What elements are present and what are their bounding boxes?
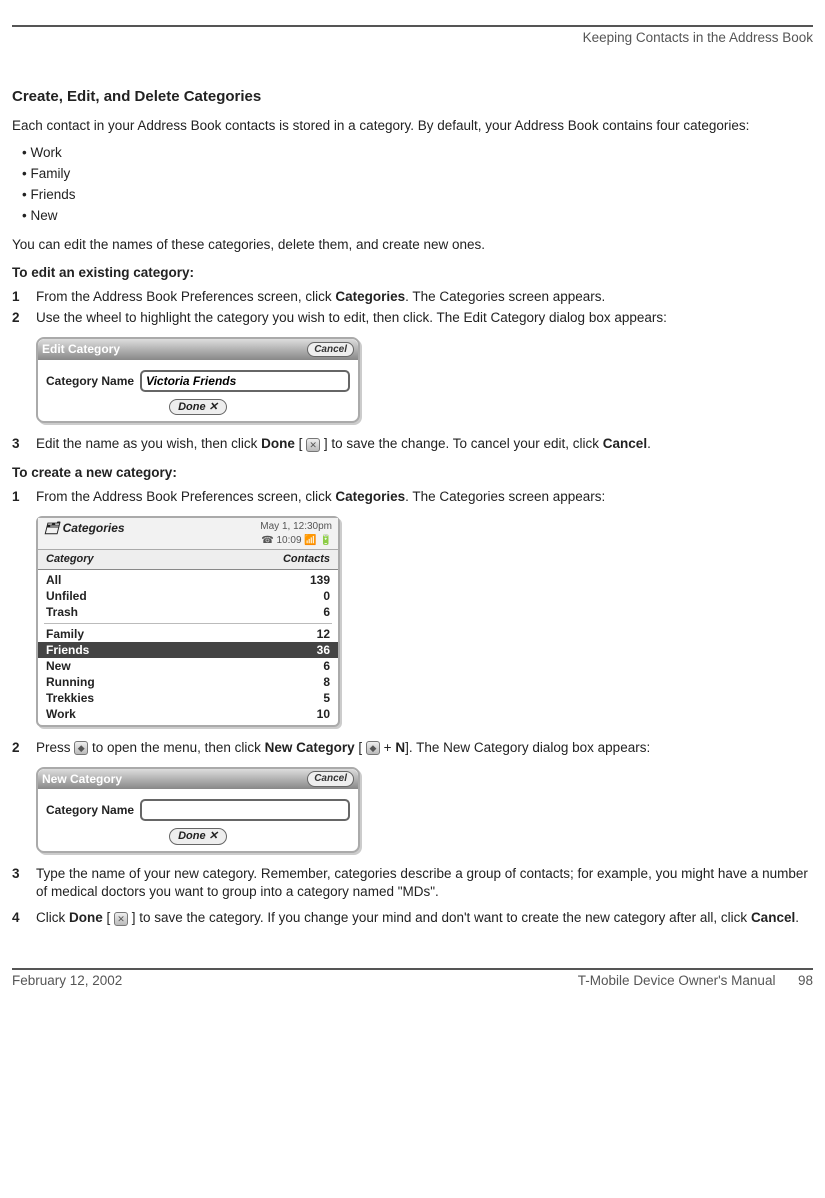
list-item: Family	[22, 165, 813, 183]
cancel-button[interactable]: Cancel	[307, 771, 354, 787]
table-row[interactable]: Trash6	[38, 604, 338, 620]
table-row[interactable]: Unfiled0	[38, 588, 338, 604]
table-row[interactable]: All139	[38, 572, 338, 588]
dialog-title: Edit Category	[42, 341, 120, 357]
edit-category-dialog: Edit Category Cancel Category Name Done …	[36, 337, 360, 423]
screen-title: Categories	[63, 521, 125, 535]
done-button[interactable]: Done ✕	[169, 828, 227, 845]
list-item: New	[22, 207, 813, 225]
done-icon: ✕	[306, 438, 320, 452]
new-category-dialog: New Category Cancel Category Name Done ✕	[36, 767, 360, 853]
field-label: Category Name	[46, 373, 134, 389]
menu-diamond-icon: ◆	[74, 741, 88, 755]
intro-paragraph: Each contact in your Address Book contac…	[12, 117, 813, 135]
table-row[interactable]: Work10	[38, 706, 338, 722]
category-name-input[interactable]	[140, 799, 350, 821]
column-header: Category	[46, 552, 94, 567]
done-icon: ✕	[114, 912, 128, 926]
cancel-button[interactable]: Cancel	[307, 342, 354, 358]
table-row[interactable]: Trekkies5	[38, 690, 338, 706]
done-button[interactable]: Done ✕	[169, 399, 227, 416]
field-label: Category Name	[46, 802, 134, 818]
dialog-title: New Category	[42, 771, 122, 787]
menu-diamond-icon: ◆	[366, 741, 380, 755]
page-footer: February 12, 2002 T-Mobile Device Owner'…	[12, 970, 813, 990]
create-heading: To create a new category:	[12, 464, 813, 482]
chapter-header: Keeping Contacts in the Address Book	[12, 29, 813, 47]
step-item: 2 Press ◆ to open the menu, then click N…	[12, 739, 813, 757]
step-item: 4 Click Done [ ✕ ] to save the category.…	[12, 909, 813, 927]
folder-icon: 🗂	[44, 521, 59, 535]
categories-screen: 🗂 Categories May 1, 12:30pm ☎ 10:09 📶 🔋 …	[36, 516, 340, 727]
status-bar: May 1, 12:30pm ☎ 10:09 📶 🔋	[260, 520, 332, 547]
page-number: 98	[798, 973, 813, 988]
list-item: Friends	[22, 186, 813, 204]
step-item: 2 Use the wheel to highlight the categor…	[12, 309, 813, 327]
list-item: Work	[22, 144, 813, 162]
section-title: Create, Edit, and Delete Categories	[12, 87, 813, 107]
step-item: 1 From the Address Book Preferences scre…	[12, 488, 813, 506]
category-name-input[interactable]	[140, 370, 350, 392]
step-item: 3 Type the name of your new category. Re…	[12, 865, 813, 901]
table-row[interactable]: Family12	[38, 626, 338, 642]
table-row[interactable]: New6	[38, 658, 338, 674]
table-row[interactable]: Running8	[38, 674, 338, 690]
column-header: Contacts	[283, 552, 330, 567]
table-row-selected[interactable]: Friends36	[38, 642, 338, 658]
followup-paragraph: You can edit the names of these categori…	[12, 236, 813, 254]
footer-title: T-Mobile Device Owner's Manual	[578, 973, 776, 988]
step-item: 1 From the Address Book Preferences scre…	[12, 288, 813, 306]
edit-heading: To edit an existing category:	[12, 264, 813, 282]
step-item: 3 Edit the name as you wish, then click …	[12, 435, 813, 453]
default-categories-list: Work Family Friends New	[22, 144, 813, 226]
footer-date: February 12, 2002	[12, 972, 122, 990]
